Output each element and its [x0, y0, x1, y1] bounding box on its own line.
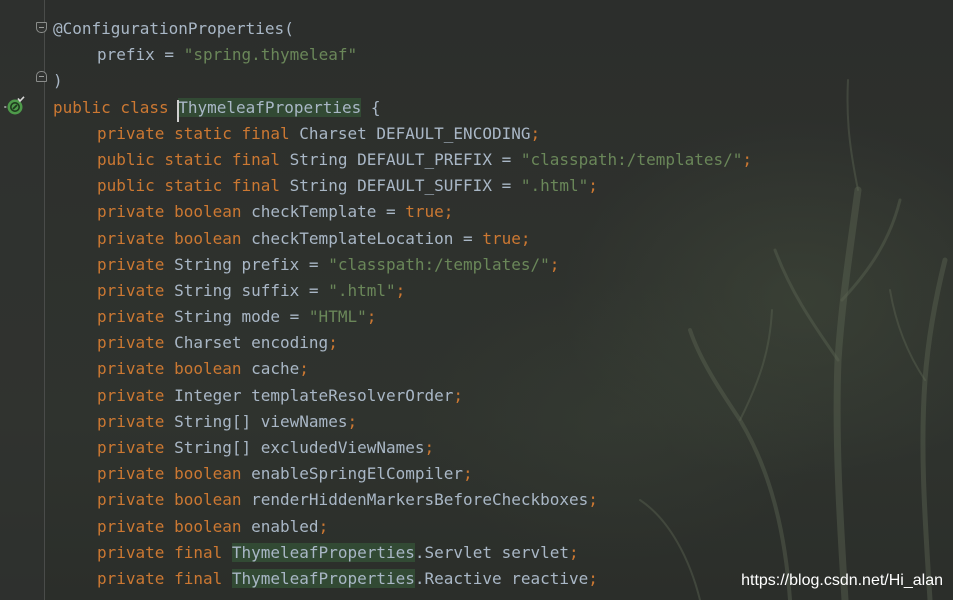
keyword: public class	[53, 97, 179, 117]
code-line: public static final String DEFAULT_SUFFI…	[97, 176, 598, 196]
code-line: private String suffix = ".html";	[97, 280, 406, 300]
code-line: private String mode = "HTML";	[97, 307, 377, 327]
class-reference[interactable]: ThymeleafProperties	[231, 568, 415, 588]
code-line: private boolean checkTemplate = true;	[97, 202, 454, 222]
annotation-name: @ConfigurationProperties	[53, 19, 285, 38]
watermark: https://blog.csdn.net/Hi_alan	[741, 572, 943, 589]
code-line: private String[] viewNames;	[97, 411, 358, 431]
class-name[interactable]: ThymeleafProperties	[178, 97, 362, 117]
code-line: private boolean enableSpringElCompiler;	[97, 464, 473, 484]
code-line-prefix-attribute: prefix = "spring.thymeleaf"	[97, 45, 358, 65]
code-line: private static final Charset DEFAULT_ENC…	[97, 123, 541, 143]
code-line: private boolean renderHiddenMarkersBefor…	[97, 490, 598, 510]
code-line: private final ThymeleafProperties.Servle…	[97, 542, 579, 562]
code-line: private String prefix = "classpath:/temp…	[97, 254, 560, 274]
code-line-annotation: @ConfigurationProperties(	[53, 19, 294, 38]
code-editor[interactable]: @ConfigurationProperties( prefix = "spri…	[0, 0, 953, 600]
code-line-annotation-close: )	[53, 71, 63, 91]
string-literal: "spring.thymeleaf"	[183, 45, 358, 65]
class-reference[interactable]: ThymeleafProperties	[231, 542, 415, 562]
code-line: private boolean enabled;	[97, 516, 329, 536]
code-line: private Integer templateResolverOrder;	[97, 385, 464, 405]
code-line: private String[] excludedViewNames;	[97, 438, 435, 457]
code-line: private boolean cache;	[97, 359, 309, 379]
code-line: private boolean checkTemplateLocation = …	[97, 228, 531, 248]
code-line-class-declaration: public class ThymeleafProperties {	[53, 97, 381, 117]
code-line: private Charset encoding;	[97, 333, 338, 353]
code-line: public static final String DEFAULT_PREFI…	[97, 149, 753, 169]
code-area[interactable]: @ConfigurationProperties( prefix = "spri…	[0, 16, 953, 592]
